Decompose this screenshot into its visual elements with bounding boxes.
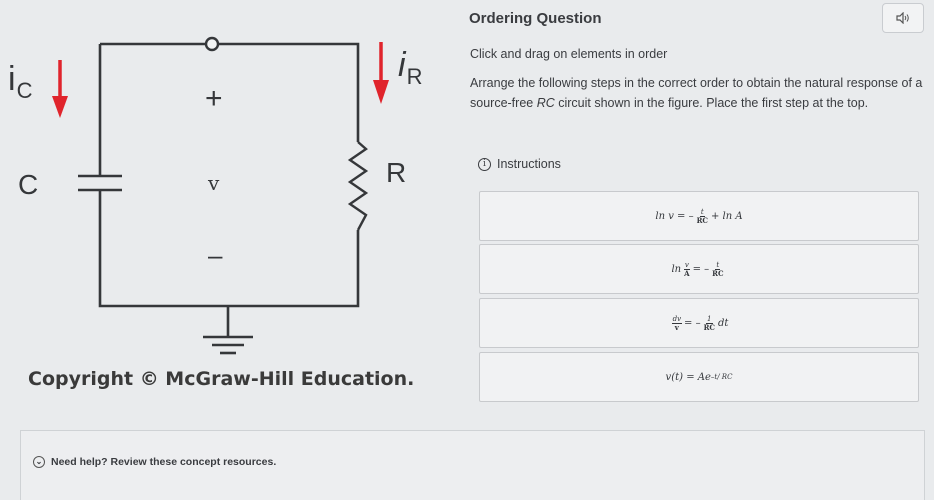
- step-card-4[interactable]: v(t) = Ae –t/ RC: [479, 352, 919, 402]
- question-title: Ordering Question: [469, 10, 602, 27]
- read-aloud-button[interactable]: [882, 3, 924, 33]
- ic-label: iC: [8, 60, 33, 103]
- top-node: [204, 36, 220, 52]
- question-prompt: Arrange the following steps in the corre…: [470, 76, 923, 110]
- ic-arrow: [52, 60, 68, 118]
- step-card-1[interactable]: ln v = – t RC + ln A: [479, 191, 919, 241]
- circuit-wire-left-bottom: [98, 190, 360, 308]
- minus-sign: –: [208, 240, 223, 270]
- chevron-down-icon: ⌄: [33, 456, 45, 468]
- rc-circuit-figure: iC iR C R v + –: [8, 36, 422, 355]
- ir-label: iR: [398, 46, 422, 89]
- voltage-label: v: [207, 171, 220, 195]
- info-icon: i: [478, 157, 491, 171]
- question-subtitle: Click and drag on elements in order: [470, 47, 668, 61]
- help-label: Need help? Review these concept resource…: [51, 456, 277, 468]
- instructions-toggle[interactable]: i Instructions: [478, 157, 561, 171]
- instructions-label: Instructions: [497, 157, 561, 171]
- copyright-text: Copyright © McGraw-Hill Education.: [28, 368, 415, 390]
- speaker-icon: [896, 12, 909, 24]
- step-card-3[interactable]: dv v = – 1 RC dt: [479, 298, 919, 348]
- resistor-symbol: [347, 141, 369, 231]
- ir-arrow: [373, 42, 389, 104]
- concept-resources-toggle[interactable]: ⌄ Need help? Review these concept resour…: [33, 456, 276, 468]
- circuit-wire-top: [100, 42, 360, 142]
- plus-sign: +: [205, 82, 223, 115]
- step-card-2[interactable]: ln vA = – t RC: [479, 244, 919, 294]
- capacitor-label: C: [18, 169, 38, 200]
- resistor-label: R: [386, 157, 406, 188]
